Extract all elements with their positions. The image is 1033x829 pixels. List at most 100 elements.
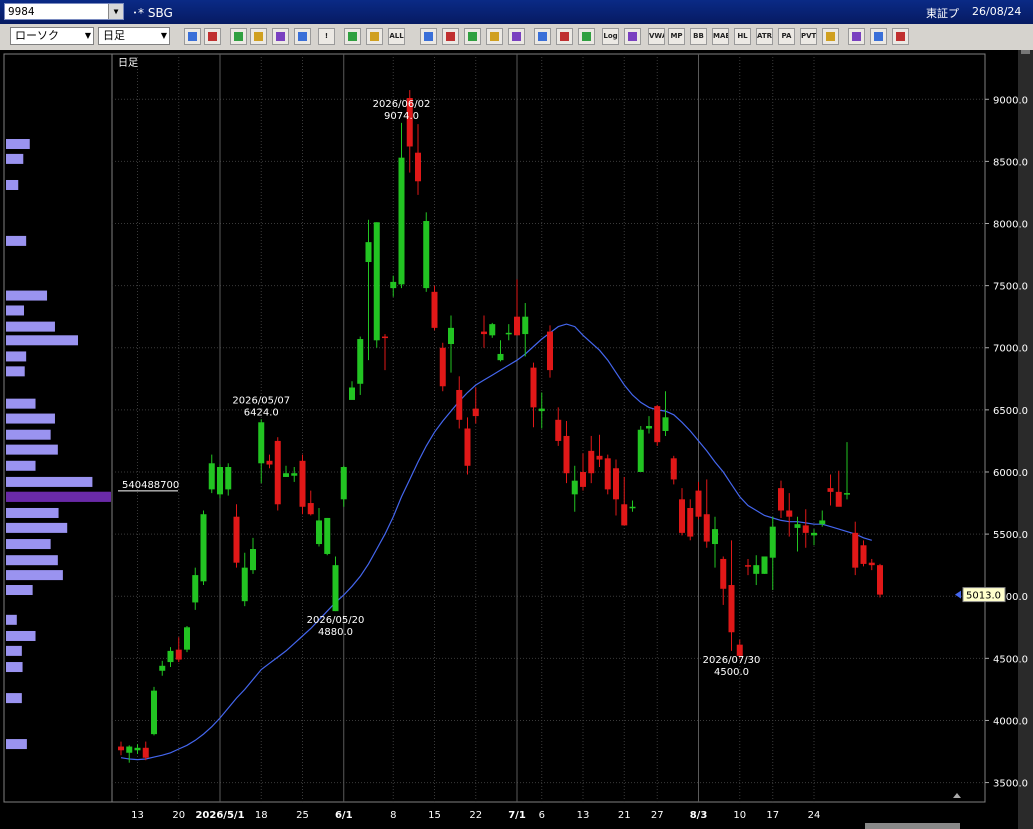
title-bar: 9984 ▼ ･* SBG 東証プ 26/08/24 [0, 0, 1033, 24]
volume-profile-bar [6, 476, 93, 487]
candle-body [448, 327, 454, 345]
window-icon[interactable] [892, 28, 909, 45]
volume-profile-bar [6, 522, 68, 533]
mae-button[interactable]: MAE [712, 28, 729, 45]
wrench-icon[interactable] [556, 28, 573, 45]
candle-body [283, 473, 289, 477]
candle-body [555, 419, 562, 441]
candle-body [860, 545, 867, 564]
candle-body [687, 508, 694, 537]
candle-body [662, 417, 669, 431]
xtick-label: 10 [733, 810, 746, 821]
bb-button[interactable]: BB [690, 28, 707, 45]
candle-body [390, 281, 397, 289]
volume-profile-bar [6, 662, 23, 673]
para-button[interactable]: PA RA [778, 28, 795, 45]
volume-peak-label: 540488700 [122, 480, 179, 491]
palette-icon[interactable] [578, 28, 595, 45]
alert-icon[interactable]: ! [318, 28, 335, 45]
hl-button[interactable]: HL [734, 28, 751, 45]
atr-button[interactable]: ATR [756, 28, 773, 45]
candle-right-icon[interactable] [366, 28, 383, 45]
scrollbar-thumb[interactable] [1021, 50, 1030, 54]
note-icon[interactable] [486, 28, 503, 45]
candle-body [423, 221, 430, 289]
candle-body [728, 585, 735, 633]
candle-body [175, 649, 182, 660]
cursor-icon-glyph [446, 32, 455, 41]
symbol-code-input[interactable]: 9984 ▼ [4, 3, 124, 20]
xtick-label: 13 [131, 810, 144, 821]
xtick-label: 15 [428, 810, 441, 821]
candle-body [250, 549, 256, 571]
log-button[interactable]: Log [602, 28, 619, 45]
pen-icon[interactable] [420, 28, 437, 45]
volume-profile-peak [6, 491, 111, 502]
xtick-label: 7/1 [508, 810, 526, 821]
menu-icon-glyph [874, 32, 883, 41]
volume-profile-bar [6, 539, 51, 550]
all-button[interactable]: ALL [388, 28, 405, 45]
candle-body [431, 291, 438, 328]
trash-icon[interactable] [508, 28, 525, 45]
list-icon[interactable] [624, 28, 641, 45]
crosshair-icon[interactable] [294, 28, 311, 45]
chart-toolbar: ローソク ▼ 日足 ▼ ! ALL Log VWAPMP BB MAE HL ATR PA RA… [0, 24, 1033, 51]
candle-body [464, 428, 471, 466]
candle-body [316, 520, 322, 545]
candle-body [159, 665, 166, 671]
ytick-label: 5500.0 [993, 530, 1028, 541]
candle-body [571, 480, 578, 495]
market-label: 東証プ [926, 7, 959, 20]
candle-left-icon[interactable] [344, 28, 361, 45]
hand-icon[interactable] [230, 28, 247, 45]
search-icon[interactable] [250, 28, 267, 45]
candle-body [307, 503, 314, 515]
gear-icon[interactable] [534, 28, 551, 45]
mp-button[interactable]: MP [668, 28, 685, 45]
candle-body [646, 426, 652, 429]
last-price-label: 5013.0 [966, 591, 1001, 602]
zoom-icon-glyph [188, 32, 197, 41]
ytick-label: 3500.0 [993, 779, 1028, 790]
chevron-down-icon[interactable]: ▼ [108, 4, 123, 19]
ytick-label: 4500.0 [993, 654, 1028, 665]
cursor-icon[interactable] [442, 28, 459, 45]
pvt-button[interactable]: PVT [800, 28, 817, 45]
period-select[interactable]: 日足 ▼ [98, 27, 170, 45]
volume-profile-bar [6, 585, 33, 596]
zoom-icon[interactable] [184, 28, 201, 45]
horizontal-scrollbar-thumb[interactable] [865, 823, 960, 829]
candle-body [291, 473, 298, 476]
candle-body [456, 389, 463, 420]
scroll-up-icon[interactable] [953, 793, 961, 798]
ytick-label: 7500.0 [993, 282, 1028, 293]
layout-icon[interactable] [848, 28, 865, 45]
candle-body [802, 525, 809, 533]
volume-profile-bar [6, 179, 19, 190]
volume-profile-bar [6, 413, 55, 424]
arrow-icon[interactable] [464, 28, 481, 45]
ytick-label: 6000.0 [993, 468, 1028, 479]
candle-body [505, 332, 512, 335]
grid-icon[interactable] [272, 28, 289, 45]
candle-body [415, 152, 421, 182]
candle-body [547, 331, 553, 371]
frame-icon[interactable] [822, 28, 839, 45]
volume-profile-bar [6, 235, 27, 246]
candlestick-chart[interactable]: 3500.04000.04500.05000.05500.06000.06500… [0, 50, 1033, 829]
search-icon-glyph [254, 32, 263, 41]
candle-body [481, 331, 487, 335]
vwap-button[interactable]: VWAP [648, 28, 665, 45]
candle-body [266, 460, 273, 465]
ytick-label: 7000.0 [993, 344, 1028, 355]
candle-body [654, 406, 661, 443]
volume-profile-bar [6, 614, 17, 625]
chart-type-select[interactable]: ローソク ▼ [10, 27, 94, 45]
chevron-down-icon: ▼ [160, 31, 167, 40]
chart-area[interactable]: 3500.0 4000.0 4500.0 5000.0 5500.0 6000.0 6500… [0, 50, 1033, 829]
candle-body [877, 565, 883, 595]
split-icon[interactable] [204, 28, 221, 45]
volume-profile-bar [6, 693, 22, 704]
menu-icon[interactable] [870, 28, 887, 45]
